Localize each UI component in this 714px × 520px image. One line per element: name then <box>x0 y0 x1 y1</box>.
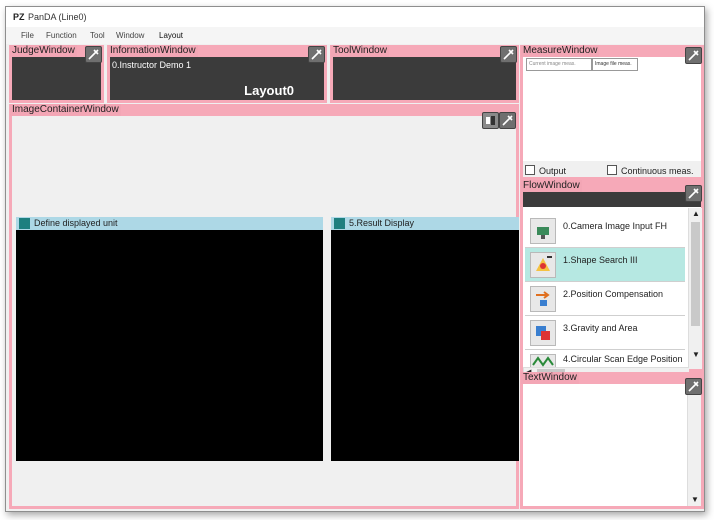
image-layout-icon[interactable] <box>482 112 499 129</box>
gravity-area-icon <box>530 320 556 346</box>
judge-window: JudgeWindow <box>9 45 104 103</box>
image-container-window-title: ImageContainerWindow <box>10 104 121 116</box>
menu-function[interactable]: Function <box>46 31 77 40</box>
left-unit-label: Define displayed unit <box>34 218 118 228</box>
text-window-title: TextWindow <box>521 372 579 384</box>
menu-bar: File Function Tool Window Layout <box>6 27 704 44</box>
text-window: TextWindow ▼ <box>520 372 704 509</box>
flow-item-position-compensation[interactable]: 2.Position Compensation <box>525 282 685 316</box>
flow-vertical-scrollbar[interactable]: ▲ ▼ <box>688 208 702 369</box>
flow-item-label: 4.Circular Scan Edge Position <box>563 354 683 364</box>
window-title: PanDA (Line0) <box>28 12 87 22</box>
flow-window-title: FlowWindow <box>521 180 582 192</box>
scroll-up-arrow-icon[interactable]: ▲ <box>692 209 700 218</box>
text-settings-wrench-icon[interactable] <box>685 378 702 395</box>
text-window-body[interactable]: ▼ <box>523 384 701 506</box>
app-icon: PZ <box>13 12 25 22</box>
menu-file[interactable]: File <box>21 31 34 40</box>
flow-scroll-thumb[interactable] <box>691 222 700 326</box>
left-image-unit[interactable]: Define displayed unit <box>16 217 323 461</box>
continuous-meas-checkbox-box[interactable] <box>607 165 617 175</box>
output-checkbox-box[interactable] <box>525 165 535 175</box>
measure-settings-wrench-icon[interactable] <box>685 47 702 64</box>
tool-window-title: ToolWindow <box>331 45 389 57</box>
output-checkbox[interactable]: Output <box>525 165 566 176</box>
tab-image-file-meas[interactable]: Image file meas. <box>592 58 638 71</box>
text-vertical-scrollbar[interactable]: ▼ <box>687 390 701 506</box>
measure-options-bar: Output Continuous meas. <box>523 161 701 177</box>
tab-current-image-meas[interactable]: Current image meas. <box>526 58 592 71</box>
right-unit-label: 5.Result Display <box>349 218 415 228</box>
flow-item-shape-search[interactable]: 1.Shape Search III <box>525 248 685 282</box>
flow-item-label: 0.Camera Image Input FH <box>563 221 668 231</box>
tool-window-body <box>333 57 516 100</box>
menu-tool[interactable]: Tool <box>90 31 105 40</box>
judge-window-body <box>12 57 101 100</box>
position-compensation-icon <box>530 286 556 312</box>
right-unit-header: 5.Result Display <box>331 217 519 230</box>
menu-window[interactable]: Window <box>116 31 144 40</box>
right-image-unit[interactable]: 5.Result Display <box>331 217 519 461</box>
continuous-meas-label: Continuous meas. <box>621 166 694 176</box>
flow-item-label: 1.Shape Search III <box>563 255 638 265</box>
flow-settings-wrench-icon[interactable] <box>685 185 702 202</box>
flow-window: FlowWindow 0.Camera Image Input FH 1.Sha… <box>520 180 704 377</box>
image-container-body: Define displayed unit 5.Result Display <box>12 116 519 506</box>
judge-window-title: JudgeWindow <box>10 45 77 57</box>
flow-item-label: 2.Position Compensation <box>563 289 664 299</box>
measure-window: MeasureWindow Current image meas. Image … <box>520 45 704 180</box>
tool-window: ToolWindow <box>330 45 519 103</box>
information-settings-wrench-icon[interactable] <box>308 46 325 63</box>
scroll-down-arrow-icon[interactable]: ▼ <box>692 350 700 359</box>
information-window-body: 0.Instructor Demo 1 Layout0 <box>110 57 324 100</box>
left-unit-header: Define displayed unit <box>16 217 323 230</box>
measure-tabs: Current image meas. Image file meas. <box>526 58 642 71</box>
image-settings-wrench-icon[interactable] <box>499 112 516 129</box>
menu-layout[interactable]: Layout <box>159 31 183 40</box>
flow-toolbar <box>523 192 701 207</box>
scene-name-text: 0.Instructor Demo 1 <box>112 60 192 70</box>
layout-name-text: Layout0 <box>244 83 294 98</box>
flow-item-label: 3.Gravity and Area <box>563 323 638 333</box>
app-window: PZ PanDA (Line0) File Function Tool Wind… <box>5 6 705 512</box>
tool-settings-wrench-icon[interactable] <box>500 46 517 63</box>
flow-item-gravity-and-area[interactable]: 3.Gravity and Area <box>525 316 685 350</box>
output-label: Output <box>539 166 567 176</box>
shape-search-icon <box>530 252 556 278</box>
left-unit-marker <box>19 218 30 229</box>
flow-window-body: 0.Camera Image Input FH 1.Shape Search I… <box>523 192 702 377</box>
text-scroll-down-arrow-icon[interactable]: ▼ <box>691 495 699 504</box>
information-window: InformationWindow 0.Instructor Demo 1 La… <box>107 45 327 103</box>
flow-item-camera-image-input[interactable]: 0.Camera Image Input FH <box>525 214 685 248</box>
camera-icon <box>530 218 556 244</box>
measure-window-body: Current image meas. Image file meas. Out… <box>523 57 701 177</box>
judge-settings-wrench-icon[interactable] <box>85 46 102 63</box>
right-unit-marker <box>334 218 345 229</box>
measure-window-title: MeasureWindow <box>521 45 600 57</box>
image-container-window: ImageContainerWindow Define displayed un… <box>9 104 519 509</box>
continuous-meas-checkbox[interactable]: Continuous meas. <box>607 165 694 176</box>
information-window-title: InformationWindow <box>108 45 198 57</box>
title-bar: PZ PanDA (Line0) <box>6 7 704 27</box>
